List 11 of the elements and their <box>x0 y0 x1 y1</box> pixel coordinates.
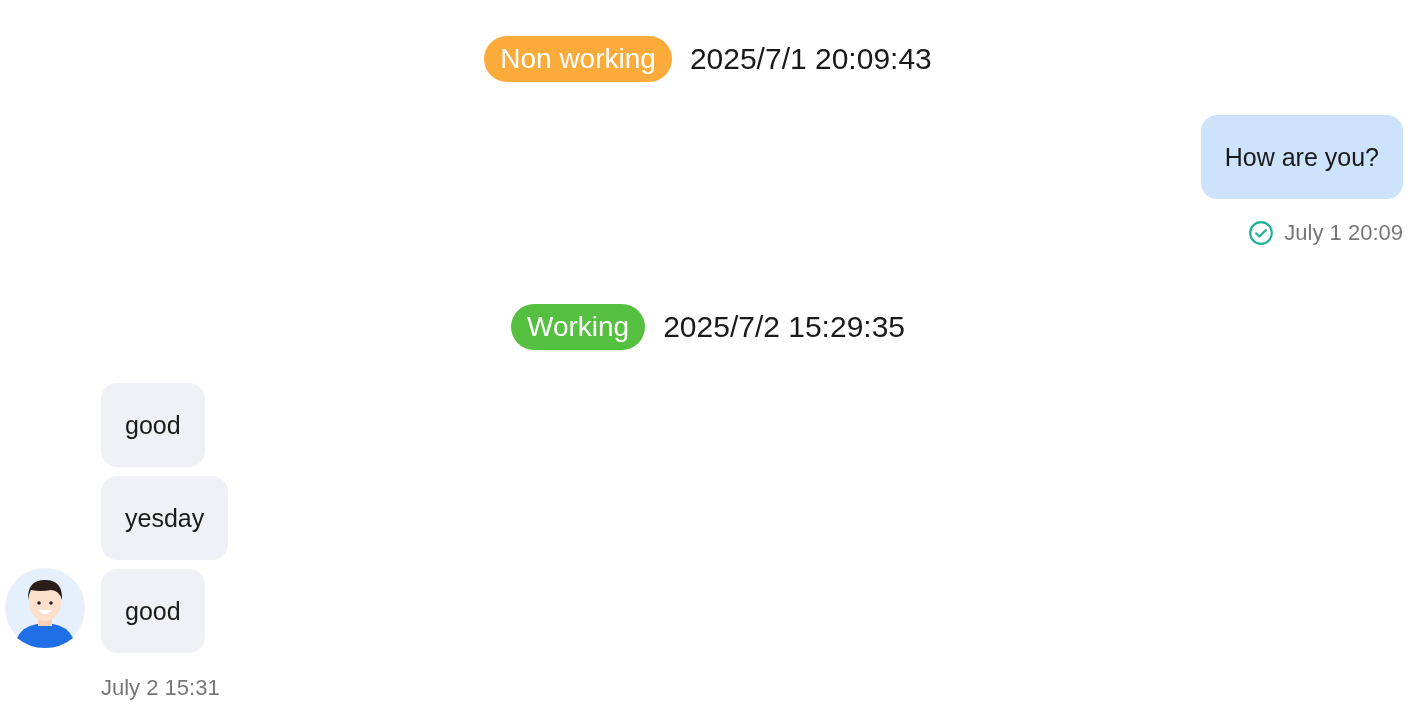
status-badge: Working <box>510 304 646 350</box>
message-bubble: good <box>101 383 205 467</box>
message-timestamp: July 2 15:31 <box>101 675 221 701</box>
status-badge: Non working <box>484 36 672 82</box>
message-timestamp: July 1 20:09 <box>1284 220 1403 246</box>
status-timestamp: 2025/7/1 20:09:43 <box>689 42 932 76</box>
message-bubble: good <box>101 569 205 653</box>
message-bubble: yesday <box>101 476 229 560</box>
avatar-icon <box>5 568 85 648</box>
status-timestamp: 2025/7/2 15:29:35 <box>663 310 906 344</box>
message-bubble: How are you? <box>1200 115 1403 199</box>
